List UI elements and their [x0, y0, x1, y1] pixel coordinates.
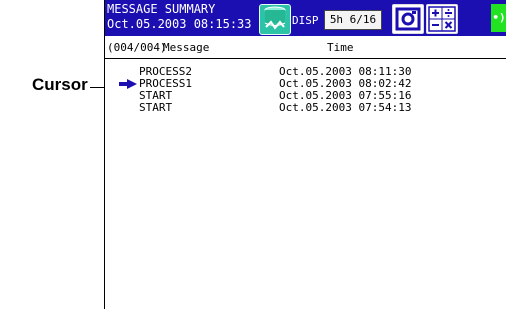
screen-title: MESSAGE SUMMARY [107, 2, 216, 16]
header-divider [105, 58, 506, 59]
screen-datetime: Oct.05.2003 08:15:33 [107, 17, 252, 31]
snapshot-icon[interactable] [392, 4, 424, 34]
message-time: Oct.05.2003 07:54:13 [279, 101, 412, 114]
math-calc-icon[interactable] [426, 4, 458, 34]
recording-drum-icon [259, 4, 291, 35]
message-list: PROCESS2 Oct.05.2003 08:11:30 PROCESS1 O… [105, 66, 506, 114]
cursor-callout-label: Cursor [32, 75, 88, 94]
list-header: (004/004) Message Time [105, 41, 506, 55]
status-bar: MESSAGE SUMMARY Oct.05.2003 08:15:33 DIS… [105, 0, 506, 36]
message-name: START [139, 101, 173, 114]
cursor-arrow-icon [119, 79, 137, 89]
message-count: (004/004) [107, 41, 167, 54]
time-column-header: Time [327, 41, 354, 54]
disp-label: DISP [292, 14, 319, 27]
list-item[interactable]: START Oct.05.2003 07:54:13 [105, 102, 506, 114]
recorder-screen: MESSAGE SUMMARY Oct.05.2003 08:15:33 DIS… [104, 0, 506, 309]
disp-value-box[interactable]: 5h 6/16 [324, 10, 382, 30]
network-icon: •) [491, 4, 506, 32]
message-column-header: Message [163, 41, 210, 54]
